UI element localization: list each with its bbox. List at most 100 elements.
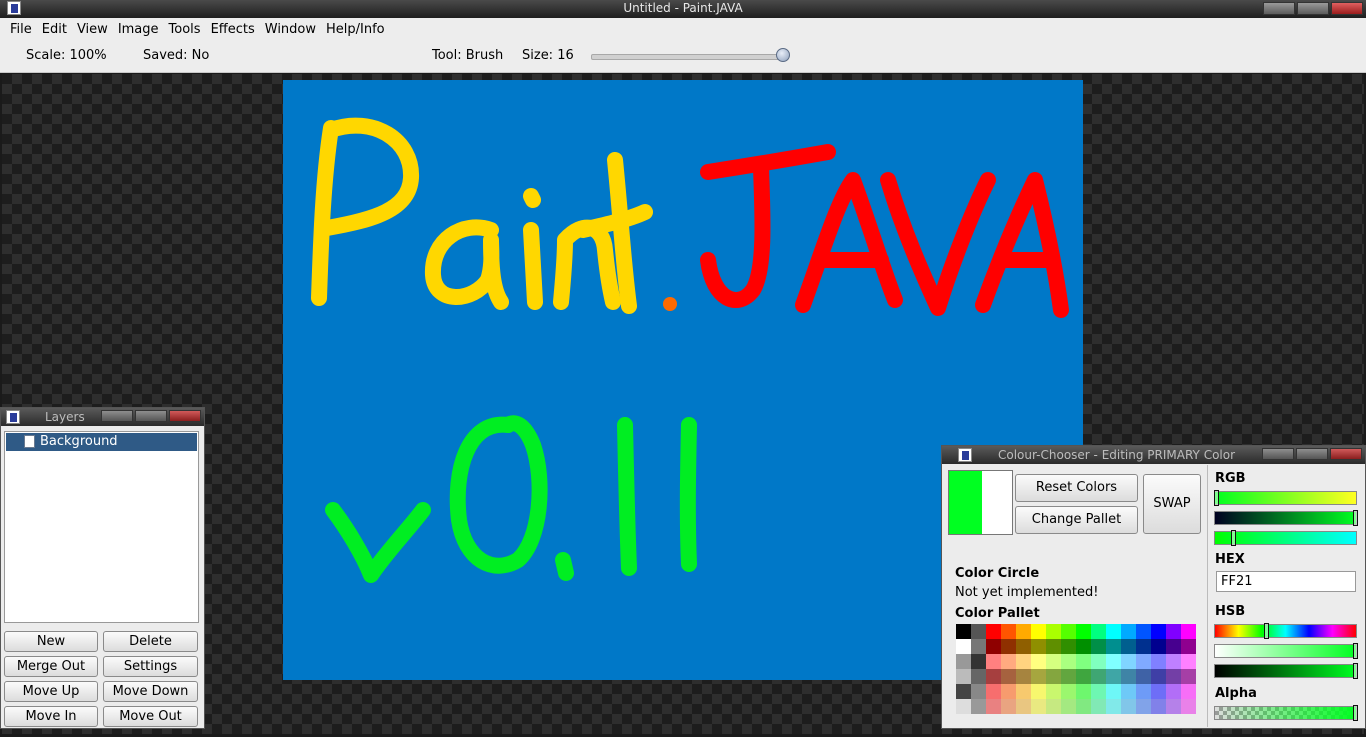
palette-swatch[interactable] <box>1121 639 1136 654</box>
palette-swatch[interactable] <box>971 639 986 654</box>
palette-swatch[interactable] <box>1166 624 1181 639</box>
move-down-button[interactable]: Move Down <box>103 681 198 702</box>
palette-swatch[interactable] <box>1076 669 1091 684</box>
palette-swatch[interactable] <box>1031 669 1046 684</box>
new-layer-button[interactable]: New <box>4 631 98 652</box>
palette-swatch[interactable] <box>1106 684 1121 699</box>
palette-swatch[interactable] <box>1001 669 1016 684</box>
palette-swatch[interactable] <box>986 624 1001 639</box>
move-out-button[interactable]: Move Out <box>103 706 198 727</box>
palette-swatch[interactable] <box>1076 684 1091 699</box>
palette-swatch[interactable] <box>1031 684 1046 699</box>
green-channel-slider[interactable] <box>1214 511 1357 525</box>
chooser-close-button[interactable] <box>1330 448 1362 460</box>
palette-swatch[interactable] <box>986 669 1001 684</box>
green-channel-handle[interactable] <box>1353 510 1358 526</box>
palette-swatch[interactable] <box>956 624 971 639</box>
palette-swatch[interactable] <box>1166 639 1181 654</box>
palette-swatch[interactable] <box>1076 639 1091 654</box>
palette-swatch[interactable] <box>1076 699 1091 714</box>
palette-swatch[interactable] <box>1121 699 1136 714</box>
hue-handle[interactable] <box>1264 623 1269 639</box>
palette-swatch[interactable] <box>1091 684 1106 699</box>
palette-swatch[interactable] <box>1046 699 1061 714</box>
palette-swatch[interactable] <box>956 699 971 714</box>
menu-tools[interactable]: Tools <box>164 22 206 37</box>
palette-swatch[interactable] <box>971 624 986 639</box>
palette-swatch[interactable] <box>1001 684 1016 699</box>
palette-swatch[interactable] <box>971 684 986 699</box>
palette-swatch[interactable] <box>1061 699 1076 714</box>
size-slider-track[interactable] <box>591 54 786 60</box>
palette-swatch[interactable] <box>1046 684 1061 699</box>
palette-swatch[interactable] <box>1031 699 1046 714</box>
palette-swatch[interactable] <box>1001 624 1016 639</box>
palette-swatch[interactable] <box>1166 654 1181 669</box>
palette-swatch[interactable] <box>986 684 1001 699</box>
saturation-slider[interactable] <box>1214 644 1357 658</box>
minimize-button[interactable] <box>1263 2 1295 15</box>
layer-item-background[interactable]: Background <box>6 433 197 451</box>
palette-swatch[interactable] <box>971 654 986 669</box>
palette-swatch[interactable] <box>1106 654 1121 669</box>
menu-file[interactable]: File <box>0 22 37 37</box>
palette-swatch[interactable] <box>1091 654 1106 669</box>
palette-swatch[interactable] <box>1061 684 1076 699</box>
palette-swatch[interactable] <box>1136 699 1151 714</box>
move-up-button[interactable]: Move Up <box>4 681 98 702</box>
brightness-slider[interactable] <box>1214 664 1357 678</box>
palette-swatch[interactable] <box>1181 654 1196 669</box>
palette-swatch[interactable] <box>986 699 1001 714</box>
palette-swatch[interactable] <box>1076 654 1091 669</box>
palette-swatch[interactable] <box>1106 624 1121 639</box>
layers-close-button[interactable] <box>169 410 201 422</box>
menu-edit[interactable]: Edit <box>37 22 72 37</box>
palette-swatch[interactable] <box>1121 684 1136 699</box>
palette-swatch[interactable] <box>971 699 986 714</box>
blue-channel-handle[interactable] <box>1231 530 1236 546</box>
palette-swatch[interactable] <box>1136 684 1151 699</box>
palette-swatch[interactable] <box>1016 699 1031 714</box>
palette-swatch[interactable] <box>1151 699 1166 714</box>
chooser-maximize-button[interactable] <box>1296 448 1328 460</box>
palette-swatch[interactable] <box>1136 624 1151 639</box>
chooser-minimize-button[interactable] <box>1262 448 1294 460</box>
palette-swatch[interactable] <box>1151 654 1166 669</box>
palette-swatch[interactable] <box>1106 639 1121 654</box>
menu-effects[interactable]: Effects <box>206 22 260 37</box>
palette-swatch[interactable] <box>1031 624 1046 639</box>
size-slider-handle[interactable] <box>776 48 790 62</box>
palette-swatch[interactable] <box>1061 669 1076 684</box>
palette-swatch[interactable] <box>1106 669 1121 684</box>
palette-swatch[interactable] <box>1031 639 1046 654</box>
layers-maximize-button[interactable] <box>135 410 167 422</box>
hue-slider[interactable] <box>1214 624 1357 638</box>
palette-swatch[interactable] <box>1031 654 1046 669</box>
palette-swatch[interactable] <box>1091 699 1106 714</box>
palette-swatch[interactable] <box>1076 624 1091 639</box>
palette-swatch[interactable] <box>956 669 971 684</box>
palette-swatch[interactable] <box>1151 639 1166 654</box>
palette-swatch[interactable] <box>1016 654 1031 669</box>
palette-swatch[interactable] <box>1166 699 1181 714</box>
palette-swatch[interactable] <box>986 639 1001 654</box>
palette-swatch[interactable] <box>1181 699 1196 714</box>
palette-swatch[interactable] <box>1016 684 1031 699</box>
palette-swatch[interactable] <box>1091 639 1106 654</box>
palette-swatch[interactable] <box>1136 639 1151 654</box>
palette-swatch[interactable] <box>1121 669 1136 684</box>
swap-button[interactable]: SWAP <box>1143 474 1201 534</box>
palette-swatch[interactable] <box>1091 624 1106 639</box>
delete-layer-button[interactable]: Delete <box>103 631 198 652</box>
alpha-handle[interactable] <box>1353 705 1358 721</box>
palette-swatch[interactable] <box>1001 639 1016 654</box>
palette-swatch[interactable] <box>1091 669 1106 684</box>
saturation-handle[interactable] <box>1353 643 1358 659</box>
palette-swatch[interactable] <box>1016 624 1031 639</box>
palette-swatch[interactable] <box>1181 624 1196 639</box>
palette-swatch[interactable] <box>1046 624 1061 639</box>
alpha-slider[interactable] <box>1214 706 1357 720</box>
brightness-handle[interactable] <box>1353 663 1358 679</box>
palette-swatch[interactable] <box>1106 699 1121 714</box>
palette-swatch[interactable] <box>1166 684 1181 699</box>
